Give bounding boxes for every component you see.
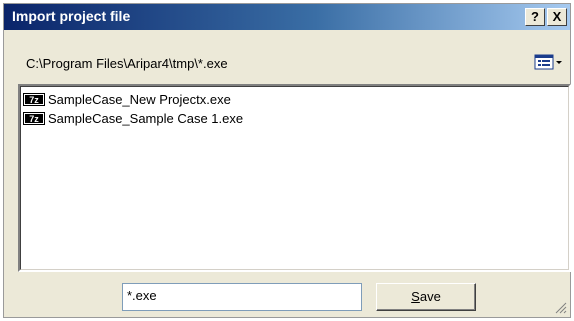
list-item[interactable]: 7z SampleCase_Sample Case 1.exe xyxy=(23,110,243,127)
resize-grip-icon[interactable] xyxy=(555,302,567,314)
current-path: C:\Program Files\Aripar4\tmp\*.exe xyxy=(26,56,228,71)
import-dialog: Import project file ? X C:\Program Files… xyxy=(3,3,571,318)
list-item[interactable]: 7z SampleCase_New Projectx.exe xyxy=(23,91,231,108)
window-title: Import project file xyxy=(12,8,131,24)
7z-icon: 7z xyxy=(23,112,45,125)
close-button[interactable]: X xyxy=(547,8,567,26)
save-mnemonic: S xyxy=(411,289,420,304)
view-list-icon xyxy=(534,54,562,70)
file-list[interactable]: 7z SampleCase_New Projectx.exe 7z Sample… xyxy=(18,84,571,272)
help-button[interactable]: ? xyxy=(525,8,545,26)
save-label: ave xyxy=(419,289,441,304)
view-menu-button[interactable] xyxy=(534,54,566,72)
filename-input[interactable]: *.exe xyxy=(122,283,362,311)
save-button[interactable]: Save xyxy=(376,283,476,311)
file-name: SampleCase_Sample Case 1.exe xyxy=(48,111,244,126)
svg-text:7z: 7z xyxy=(29,95,39,105)
7z-icon: 7z xyxy=(23,93,45,106)
file-name: SampleCase_New Projectx.exe xyxy=(48,92,231,107)
svg-text:7z: 7z xyxy=(29,114,39,124)
title-bar[interactable]: Import project file ? X xyxy=(4,4,570,30)
